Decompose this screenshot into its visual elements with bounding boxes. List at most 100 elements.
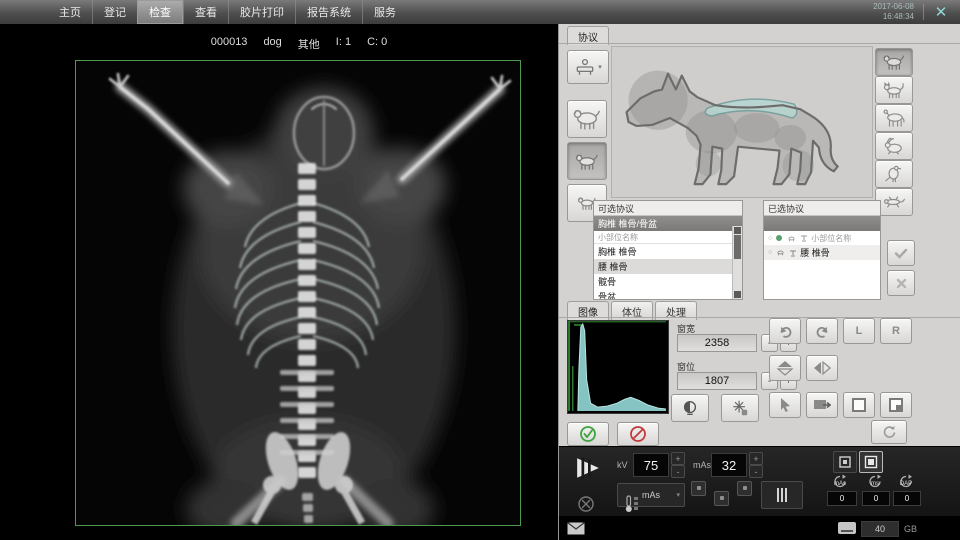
image-effects-button[interactable] (721, 394, 759, 422)
dog-size-medium-button[interactable] (567, 142, 607, 180)
x-icon (896, 278, 907, 289)
rabbit-icon (881, 137, 907, 155)
selected-columns-header: ○ 小部位名称 (764, 231, 880, 245)
tab-divider-line (559, 43, 960, 44)
column-header-part-name: 小部位名称 (594, 231, 742, 244)
mas-plus-button[interactable]: + (749, 452, 763, 465)
hip-region[interactable] (775, 125, 807, 151)
species-cat-button[interactable] (875, 76, 913, 104)
confirm-protocol-button[interactable] (887, 240, 915, 266)
available-protocols-title: 可选协议 (594, 201, 742, 216)
aec-chamber-center[interactable] (714, 491, 729, 506)
selected-protocol-row[interactable]: ○ 腰 椎骨 (764, 245, 880, 260)
menu-exam[interactable]: 检查 (137, 0, 183, 24)
kv-value: 75 (633, 453, 669, 477)
horse-icon (881, 109, 907, 127)
menu-view[interactable]: 查看 (183, 0, 228, 24)
scroll-thumb[interactable] (734, 235, 741, 259)
window-width-value: 2358 (677, 334, 757, 352)
remove-protocol-button[interactable] (887, 270, 915, 296)
menu-film-print[interactable]: 胶片打印 (228, 0, 295, 24)
menu-service[interactable]: 服务 (362, 0, 407, 24)
control-panel: 协议 ▾ (558, 24, 960, 540)
green-check-icon (579, 425, 597, 443)
check-icon (894, 248, 908, 259)
svg-text:DAP: DAP (900, 481, 912, 487)
kv-label: kV (617, 460, 628, 470)
rotate-ccw-button[interactable] (769, 318, 801, 344)
collimator-light-off-icon[interactable] (577, 495, 595, 513)
image-count: I: 1 (336, 36, 351, 52)
square-with-inset-icon (888, 397, 904, 413)
selected-protocols-list: 已选协议 ○ 小部位名称 ○ 腰 椎骨 (763, 200, 881, 300)
mas-minus-button[interactable]: - (749, 465, 763, 478)
titlebar: 主页 登记 检查 查看 胶片打印 报告系统 服务 2017-06-08 16:4… (0, 0, 960, 25)
radio-icon: ○ (768, 249, 772, 256)
date-text: 2017-06-08 (873, 2, 914, 12)
focus-large-button[interactable] (859, 451, 883, 473)
focus-small-button[interactable] (833, 451, 857, 473)
accept-image-button[interactable] (567, 422, 609, 446)
ms-meter-value: 0 (862, 491, 890, 506)
marker-left-button[interactable]: L (843, 318, 875, 344)
window-level-value: 1807 (677, 372, 757, 390)
abdomen-region[interactable] (734, 113, 779, 143)
mas-meter-icon: mAs (827, 474, 853, 490)
kv-plus-button[interactable]: + (671, 452, 685, 465)
flip-vertical-icon (776, 360, 794, 376)
aec-chamber-left[interactable] (691, 481, 706, 496)
marker-right-button[interactable]: R (880, 318, 912, 344)
protocol-list-scrollbar[interactable] (732, 226, 742, 299)
select-cursor-button[interactable] (769, 392, 801, 418)
kv-minus-button[interactable]: - (671, 465, 685, 478)
flip-horizontal-button[interactable] (806, 355, 838, 381)
disk-free-space-value: 40 (861, 521, 899, 537)
species-dog-button[interactable] (875, 48, 913, 76)
dog-mini-icon (775, 249, 786, 256)
close-button[interactable]: ✕ (930, 0, 952, 24)
species-bird-button[interactable] (875, 160, 913, 188)
species-horse-button[interactable] (875, 104, 913, 132)
time-text: 16:48:34 (873, 12, 914, 22)
menu-home[interactable]: 主页 (48, 0, 92, 24)
full-collimation-button[interactable] (843, 392, 875, 418)
svg-text:mAs: mAs (834, 481, 846, 487)
dog-size-large-button[interactable] (567, 100, 607, 138)
species-rabbit-button[interactable] (875, 132, 913, 160)
patient-id: 000013 (211, 36, 248, 52)
reject-image-button[interactable] (617, 422, 659, 446)
scroll-down-arrow[interactable] (734, 291, 741, 298)
grid-lines-icon (774, 487, 790, 503)
protocol-item[interactable]: 髋骨 (594, 274, 742, 289)
anatomy-diagram[interactable] (611, 46, 873, 198)
large-dog-icon (572, 108, 602, 130)
protocol-item[interactable]: 骨盆 (594, 289, 742, 300)
flip-vertical-button[interactable] (769, 355, 801, 381)
protocol-item-selected[interactable]: 腰 椎骨 (594, 259, 742, 274)
grid-button[interactable] (761, 481, 803, 509)
xray-emission-icon (575, 455, 601, 481)
mas-label: mAs (693, 460, 711, 470)
reset-button[interactable] (871, 420, 907, 444)
xray-image[interactable] (75, 60, 521, 526)
small-focus-icon (838, 455, 852, 469)
partial-collimation-button[interactable] (880, 392, 912, 418)
patient-info-bar: 000013 dog 其他 I: 1 C: 0 (20, 36, 578, 52)
patient-category: 其他 (298, 36, 320, 52)
menu-register[interactable]: 登记 (92, 0, 137, 24)
scroll-up-arrow[interactable] (734, 227, 741, 234)
copy-count: C: 0 (367, 36, 387, 52)
auto-window-button[interactable] (671, 394, 709, 422)
image-send-button[interactable] (806, 392, 838, 418)
protocol-item[interactable]: 胸椎 椎骨 (594, 244, 742, 259)
flip-horizontal-icon (813, 360, 831, 376)
aec-chamber-right[interactable] (737, 481, 752, 496)
menu-report-system[interactable]: 报告系统 (295, 0, 362, 24)
dap-meter-icon: DAP (893, 474, 919, 490)
rotate-cw-button[interactable] (806, 318, 838, 344)
message-envelope-icon[interactable] (567, 522, 585, 535)
rotate-ccw-icon (777, 324, 794, 339)
dropdown-arrow-icon: ▾ (676, 491, 680, 499)
patient-table-button[interactable]: ▾ (567, 50, 609, 84)
mas-meter-value: 0 (827, 491, 857, 506)
